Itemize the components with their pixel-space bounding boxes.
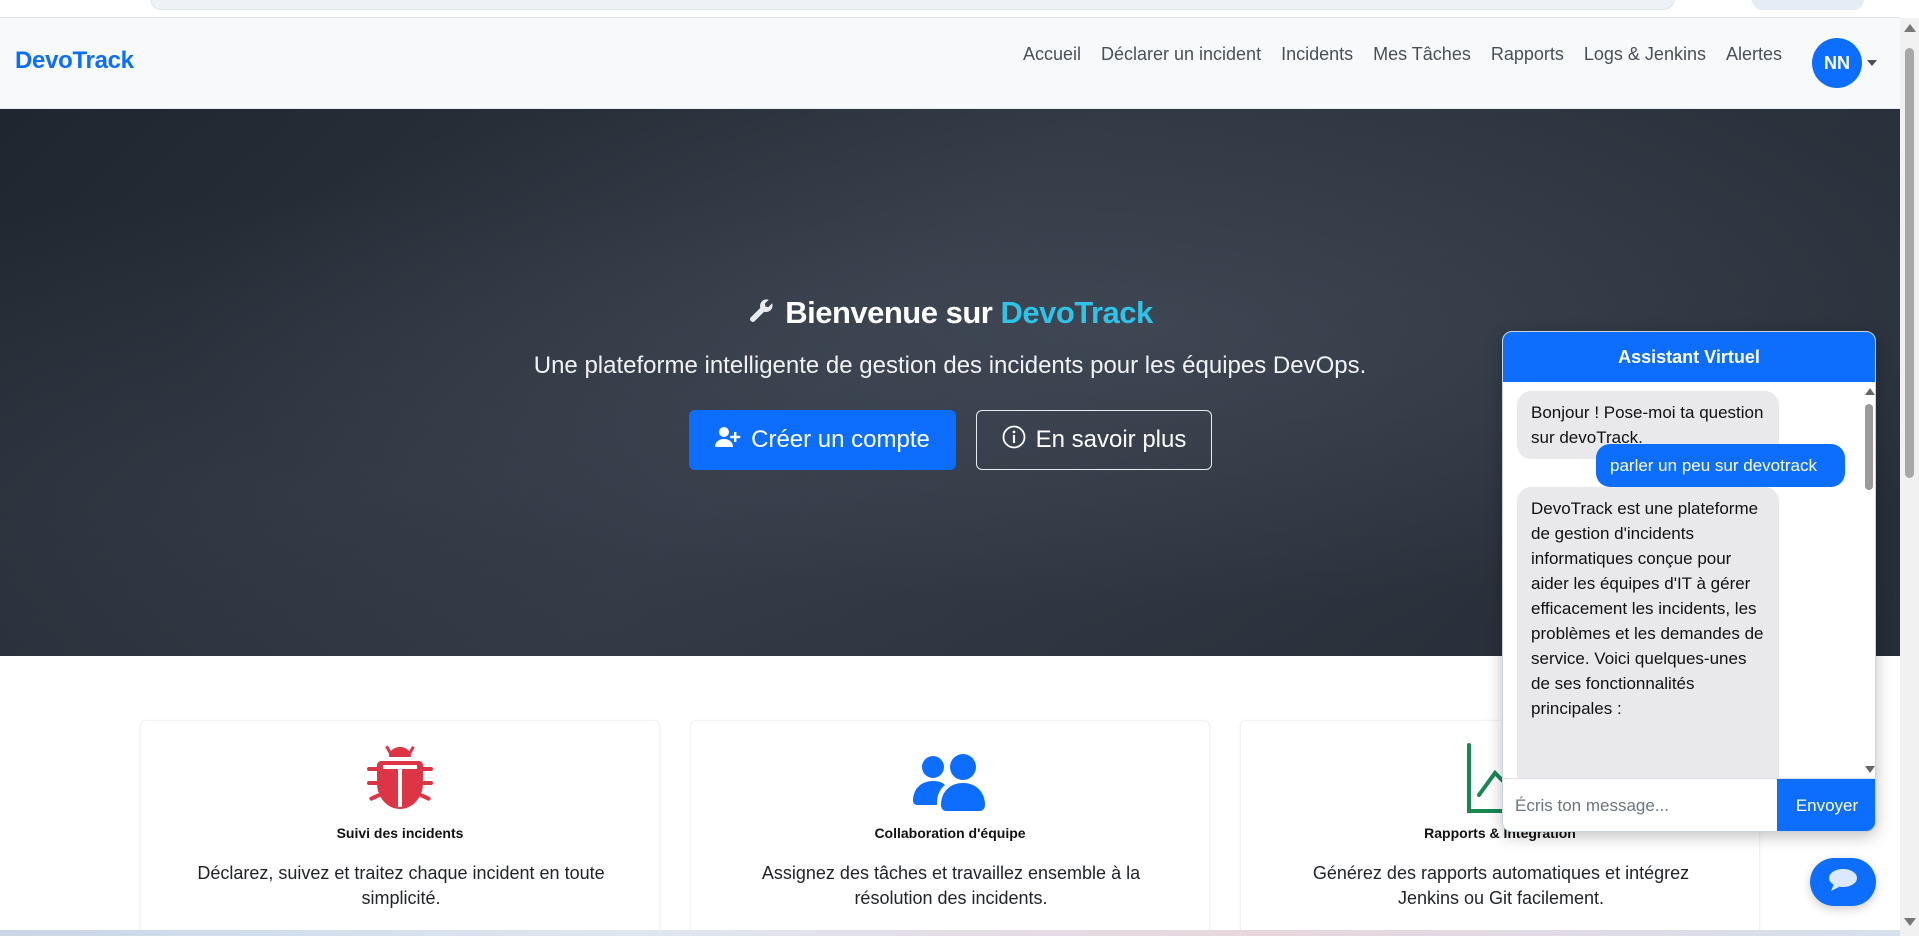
browser-profile-pill[interactable] [1752,0,1864,10]
nav-link-declarer-incident[interactable]: Déclarer un incident [1091,41,1271,67]
chatbot-panel: Assistant Virtuel Bonjour ! Pose-moi ta … [1502,331,1876,832]
page: DevoTrack Accueil Déclarer un incident I… [0,0,1919,936]
page-scrollbar[interactable] [1900,18,1919,936]
chat-message-user: parler un peu sur devotrack [1596,444,1845,487]
chatbot-messages[interactable]: Bonjour ! Pose-moi ta question sur devoT… [1503,382,1875,778]
learn-more-label: En savoir plus [1035,426,1187,453]
feature-card-collaboration: Collaboration d'équipe Assignez des tâch… [690,720,1210,936]
send-button[interactable]: Envoyer [1777,779,1875,831]
nav-link-alertes[interactable]: Alertes [1716,41,1792,67]
feature-description: Assignez des tâches et travaillez ensemb… [761,863,1141,908]
chatbot-scrollbar[interactable] [1861,382,1875,778]
feature-card-incidents: Suivi des incidents Déclarez, suivez et … [140,720,660,936]
feature-description: Déclarez, suivez et traitez chaque incid… [197,863,605,908]
wrench-icon [747,297,775,333]
scroll-down-icon[interactable] [1904,918,1916,926]
nav-link-mes-taches[interactable]: Mes Tâches [1363,41,1481,67]
hero-title-prefix: Bienvenue sur [785,295,993,330]
bug-icon [141,743,659,818]
nav-link-incidents[interactable]: Incidents [1271,41,1363,67]
user-plus-icon [715,426,741,455]
scroll-up-icon[interactable] [1865,388,1875,395]
chevron-down-icon[interactable] [1867,60,1877,66]
address-bar[interactable] [150,0,1675,10]
taskbar-strip [0,930,1900,936]
navbar: DevoTrack Accueil Déclarer un incident I… [0,18,1900,109]
users-icon [691,743,1209,818]
nav-link-accueil[interactable]: Accueil [1013,41,1091,67]
chatbot-header: Assistant Virtuel [1503,332,1875,382]
nav-link-logs-jenkins[interactable]: Logs & Jenkins [1574,41,1716,67]
feature-description: Générez des rapports automatiques et int… [1312,863,1690,908]
scrollbar-thumb[interactable] [1865,404,1873,490]
hero-title: Bienvenue sur DevoTrack [0,295,1900,333]
nav-links: Accueil Déclarer un incident Incidents M… [1013,41,1792,67]
scroll-up-icon[interactable] [1904,24,1916,32]
learn-more-button[interactable]: En savoir plus [976,410,1212,470]
info-icon [1002,425,1026,456]
hero-title-accent: DevoTrack [1000,295,1153,330]
feature-title: Collaboration d'équipe [874,825,1026,841]
browser-address-strip [0,0,1900,18]
chat-toggle-button[interactable] [1810,858,1876,906]
chat-message-bot: DevoTrack est une plateforme de gestion … [1517,487,1779,778]
scroll-down-icon[interactable] [1865,766,1875,773]
feature-title: Suivi des incidents [336,825,464,841]
scrollbar-thumb[interactable] [1905,48,1914,478]
chat-message-input[interactable] [1503,779,1777,831]
chatbot-footer: Envoyer [1503,778,1875,831]
create-account-label: Créer un compte [751,426,930,453]
nav-link-rapports[interactable]: Rapports [1481,41,1574,67]
brand-logo[interactable]: DevoTrack [15,47,134,75]
avatar[interactable]: NN [1812,38,1862,88]
create-account-button[interactable]: Créer un compte [689,410,956,470]
chat-bubble-icon [1828,868,1858,897]
